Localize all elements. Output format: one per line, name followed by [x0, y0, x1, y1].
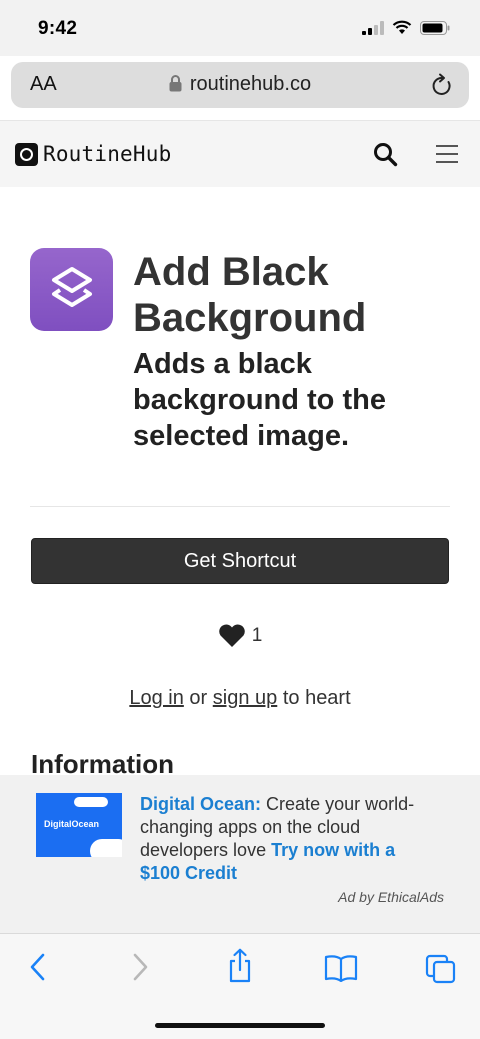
tabs-icon[interactable] — [425, 954, 457, 989]
logo-icon — [15, 142, 38, 166]
address-bar[interactable]: AA routinehub.co — [11, 62, 469, 108]
shortcut-app-icon — [30, 248, 113, 331]
reload-icon[interactable] — [431, 73, 453, 102]
signup-link[interactable]: sign up — [213, 687, 278, 709]
ad-image[interactable]: DigitalOcean — [36, 793, 122, 857]
cloud-decoration — [90, 839, 122, 857]
bookmarks-icon[interactable] — [324, 954, 358, 987]
logo-text: RoutineHub — [43, 142, 172, 166]
search-icon[interactable] — [373, 142, 398, 172]
status-time: 9:42 — [38, 18, 78, 39]
hamburger-menu-icon[interactable] — [436, 145, 458, 169]
url-text: routinehub.co — [189, 73, 312, 95]
forward-icon[interactable] — [130, 952, 150, 987]
shortcut-title: Add Black Background — [133, 250, 367, 340]
ad-text[interactable]: Digital Ocean: Create your world-changin… — [140, 793, 440, 885]
home-indicator — [155, 1023, 325, 1028]
or-text: or — [189, 687, 208, 709]
ad-image-label: DigitalOcean — [44, 819, 100, 829]
ad-brand[interactable]: Digital Ocean: — [140, 794, 261, 814]
ad-attribution[interactable]: Ad by EthicalAds — [338, 889, 444, 905]
lock-icon — [169, 75, 182, 98]
login-link[interactable]: Log in — [129, 687, 184, 709]
status-icons — [362, 20, 450, 35]
heart-icon — [218, 624, 245, 647]
ad-panel[interactable]: DigitalOcean Digital Ocean: Create your … — [0, 775, 480, 933]
heart-count: 1 — [0, 623, 480, 648]
site-logo[interactable]: RoutineHub — [15, 142, 171, 166]
status-bar: 9:42 — [0, 0, 480, 56]
site-header: RoutineHub — [0, 120, 480, 187]
battery-icon — [420, 20, 450, 35]
cellular-signal-icon — [362, 20, 384, 35]
shortcut-subtitle: Adds a black background to the selected … — [133, 348, 386, 452]
heart-suffix-text: to heart — [282, 687, 351, 709]
cloud-decoration — [74, 797, 108, 807]
share-icon[interactable] — [226, 948, 254, 989]
heart-count-value: 1 — [251, 624, 263, 646]
url-display[interactable]: routinehub.co — [11, 73, 469, 98]
wifi-icon — [392, 20, 412, 34]
shortcuts-icon — [51, 266, 92, 307]
back-icon[interactable] — [28, 952, 48, 987]
divider — [30, 506, 450, 507]
login-prompt: Log in or sign up to heart — [0, 687, 480, 710]
browser-toolbar — [0, 933, 480, 1039]
get-shortcut-button[interactable]: Get Shortcut — [31, 538, 449, 584]
